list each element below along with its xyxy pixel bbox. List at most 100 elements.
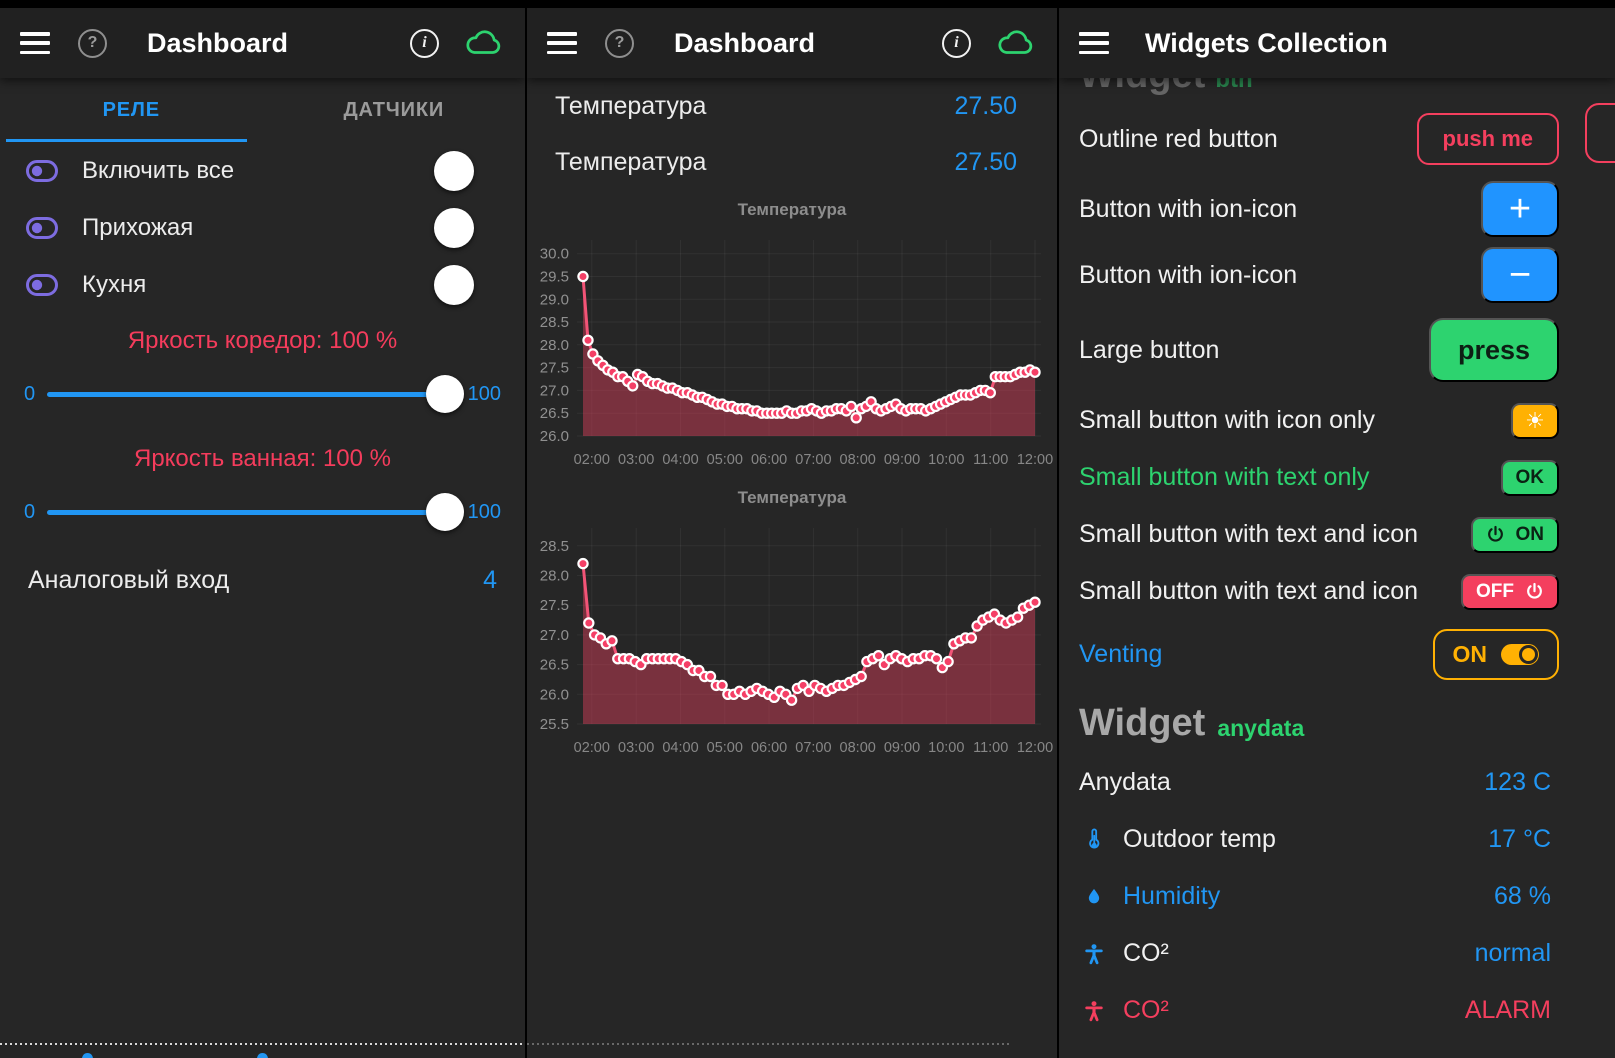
section-heading-tag: anydata <box>1217 715 1304 742</box>
minus-button[interactable]: − <box>1481 247 1559 303</box>
svg-text:10:00: 10:00 <box>928 452 964 468</box>
on-button[interactable]: ON <box>1471 517 1560 553</box>
switch-row-kitchen: Кухня <box>0 256 525 313</box>
svg-text:06:00: 06:00 <box>751 740 787 756</box>
widget-row-outline-red: Outline red button push me <box>1059 102 1615 176</box>
data-row-outdoor-temp: Outdoor temp 17 °C <box>1059 811 1615 868</box>
svg-text:12:00: 12:00 <box>1017 452 1053 468</box>
svg-text:05:00: 05:00 <box>707 452 743 468</box>
slider-max-label: 100 <box>468 383 501 406</box>
info-icon[interactable]: i <box>410 29 439 58</box>
menu-icon[interactable] <box>20 32 50 54</box>
data-label: CO² <box>1123 939 1169 968</box>
bottom-dotted-divider <box>527 1043 1010 1045</box>
svg-text:29.5: 29.5 <box>540 269 569 286</box>
panel-dashboard-relays: ? Dashboard i РЕЛЕ ДАТЧИКИ Включить все <box>0 0 525 1058</box>
info-icon[interactable]: i <box>942 29 971 58</box>
slider-thumb[interactable] <box>426 375 464 413</box>
slider-min-label: 0 <box>24 501 35 524</box>
panel-dashboard-sensors: ? Dashboard i Температура 27.50 Температ… <box>527 0 1057 1058</box>
clipped-heading-main: Widget <box>1079 78 1205 96</box>
sun-icon: ☀ <box>1525 408 1545 434</box>
switch-label: Включить все <box>82 157 234 185</box>
thermometer-icon <box>1079 827 1109 853</box>
widget-row-text-icon-off: Small button with text and icon OFF <box>1059 563 1615 620</box>
status-bar <box>0 0 525 8</box>
analog-input-label: Аналоговый вход <box>28 566 229 595</box>
plus-button[interactable]: + <box>1481 181 1559 237</box>
switch-all-off[interactable] <box>437 154 495 188</box>
press-button[interactable]: press <box>1429 318 1559 382</box>
section-heading-anydata: Widget anydata <box>1059 692 1615 754</box>
svg-text:28.0: 28.0 <box>540 337 569 354</box>
status-bar <box>1059 0 1615 8</box>
appbar: ? Dashboard i <box>527 8 1057 78</box>
brightness-button[interactable]: ☀ <box>1511 403 1559 439</box>
data-label: CO² <box>1123 996 1169 1025</box>
switch-hallway-off[interactable] <box>437 211 495 245</box>
widget-row-plus: Button with ion-icon + <box>1059 176 1615 242</box>
temperature-value: 27.50 <box>954 92 1017 121</box>
temperature-label: Температура <box>555 148 706 177</box>
temperature-row: Температура 27.50 <box>527 78 1057 134</box>
push-me-button[interactable]: push me <box>1417 113 1559 165</box>
toggle-glyph-icon <box>26 216 58 240</box>
ok-button[interactable]: OK <box>1501 460 1560 496</box>
svg-text:25.5: 25.5 <box>540 716 569 733</box>
data-label: Anydata <box>1079 768 1171 797</box>
off-button[interactable]: OFF <box>1461 574 1559 610</box>
svg-text:27.5: 27.5 <box>540 360 569 377</box>
svg-text:30.0: 30.0 <box>540 246 569 263</box>
svg-text:02:00: 02:00 <box>574 452 610 468</box>
help-icon[interactable]: ? <box>605 29 634 58</box>
temperature-chart-2: 28.528.027.527.026.526.025.502:0003:0004… <box>527 514 1055 766</box>
svg-text:10:00: 10:00 <box>928 740 964 756</box>
chart-title: Температура <box>527 200 1057 226</box>
widget-row-venting: Venting ON <box>1059 620 1615 688</box>
svg-text:26.5: 26.5 <box>540 405 569 422</box>
cloud-status-icon <box>465 29 503 57</box>
switch-kitchen-off[interactable] <box>437 268 495 302</box>
section-heading-main: Widget <box>1079 702 1205 745</box>
panel-widgets-collection: Widgets Collection Widgetbtn Outline red… <box>1059 0 1615 1058</box>
data-row-anydata: Anydata 123 C <box>1059 754 1615 811</box>
analog-input-row: Аналоговый вход 4 <box>0 549 525 611</box>
button-text: ON <box>1453 641 1488 668</box>
page-title: Widgets Collection <box>1145 28 1388 59</box>
data-value: 17 °C <box>1488 825 1551 854</box>
widget-label: Button with ion-icon <box>1079 195 1297 224</box>
appbar: ? Dashboard i <box>0 8 525 78</box>
menu-icon[interactable] <box>547 32 577 54</box>
venting-toggle-button[interactable]: ON <box>1433 629 1560 680</box>
tab-sensors[interactable]: ДАТЧИКИ <box>263 78 526 142</box>
data-row-humidity: Humidity 68 % <box>1059 868 1615 925</box>
slider-corridor: 0 100 <box>0 357 525 431</box>
appbar-actions: i <box>410 29 503 58</box>
bottom-peek-marker <box>257 1053 268 1058</box>
cloud-status-icon <box>997 29 1035 57</box>
slider-thumb[interactable] <box>426 493 464 531</box>
data-label: Humidity <box>1123 882 1220 911</box>
page-title: Dashboard <box>147 28 288 59</box>
widget-row-icon-only: Small button with icon only ☀ <box>1059 392 1615 449</box>
svg-text:08:00: 08:00 <box>840 740 876 756</box>
button-text: ON <box>1516 524 1545 546</box>
menu-icon[interactable] <box>1079 32 1109 54</box>
switch-label: Кухня <box>82 271 146 299</box>
svg-text:09:00: 09:00 <box>884 452 920 468</box>
svg-text:04:00: 04:00 <box>662 740 698 756</box>
svg-text:28.5: 28.5 <box>540 314 569 331</box>
appbar: Widgets Collection <box>1059 8 1615 78</box>
widget-label: Small button with icon only <box>1079 406 1375 435</box>
slider-track[interactable] <box>47 510 456 515</box>
svg-text:05:00: 05:00 <box>707 740 743 756</box>
slider-max-label: 100 <box>468 501 501 524</box>
data-value: 123 C <box>1484 768 1551 797</box>
temperature-value: 27.50 <box>954 148 1017 177</box>
help-icon[interactable]: ? <box>78 29 107 58</box>
widget-label: Venting <box>1079 640 1162 669</box>
slider-track[interactable] <box>47 392 456 397</box>
tab-relays[interactable]: РЕЛЕ <box>0 78 263 142</box>
clipped-section-heading: Widgetbtn <box>1059 78 1615 102</box>
svg-text:26.0: 26.0 <box>540 686 569 703</box>
